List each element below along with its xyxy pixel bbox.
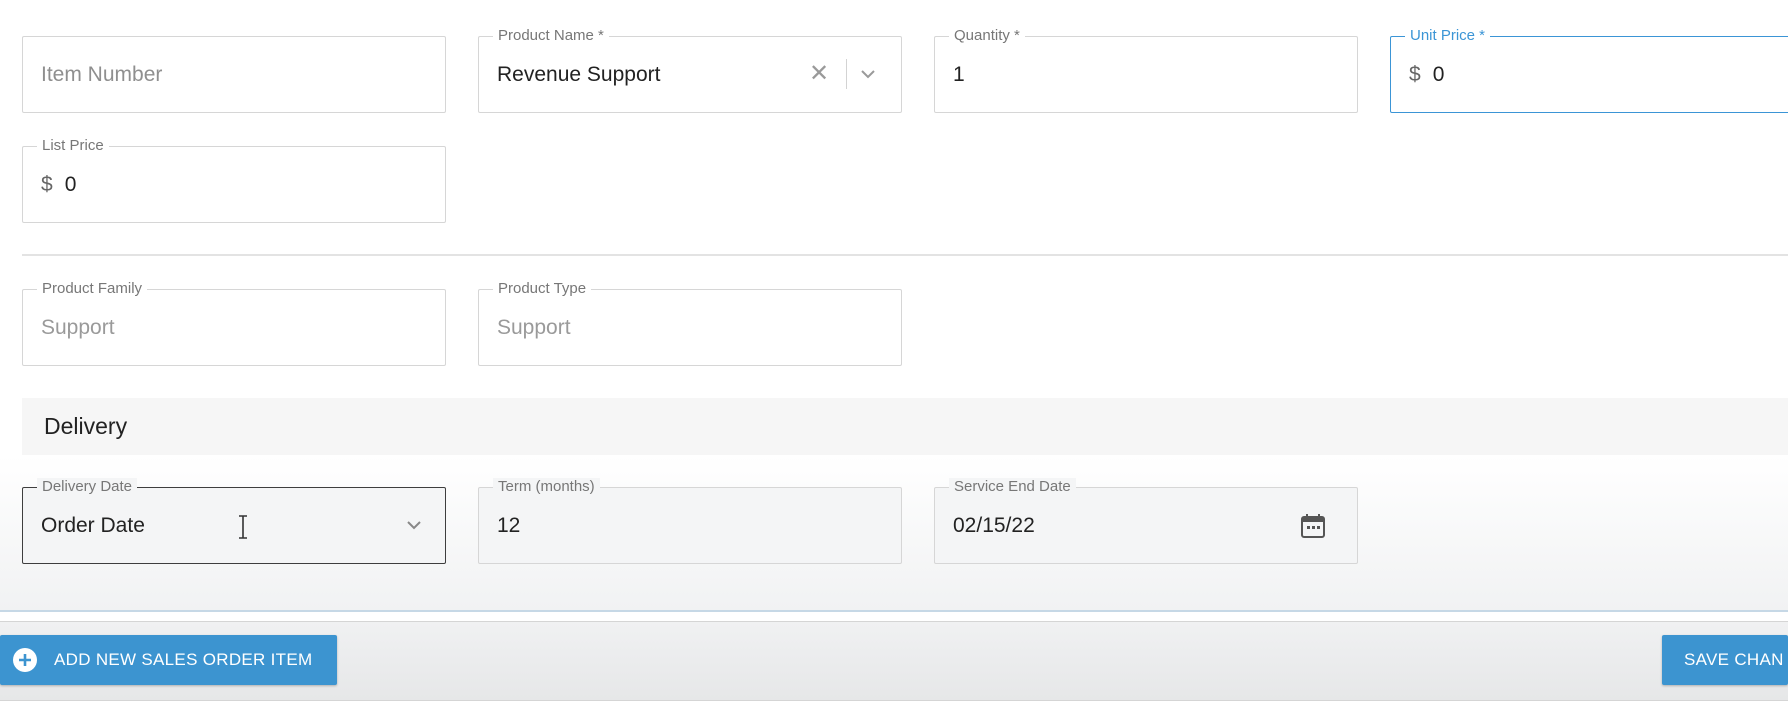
text-cursor-icon xyxy=(239,515,247,539)
form-bottom-border xyxy=(0,610,1788,612)
section-divider xyxy=(22,254,1788,256)
save-changes-button[interactable]: SAVE CHAN xyxy=(1662,635,1788,685)
list-price-field[interactable]: List Price $ 0 xyxy=(22,137,446,223)
list-price-value: $ 0 xyxy=(41,147,76,222)
calendar-icon[interactable] xyxy=(1299,512,1327,540)
chevron-down-icon[interactable] xyxy=(859,65,877,83)
save-button-label: SAVE CHAN xyxy=(1684,650,1784,669)
section-title: Delivery xyxy=(44,413,128,439)
close-icon[interactable]: ✕ xyxy=(807,62,831,86)
quantity-value: 1 xyxy=(953,62,965,86)
unit-price-field[interactable]: Unit Price * $ 0 xyxy=(1390,27,1788,113)
product-family-field: Product Family Support xyxy=(22,280,446,366)
unit-price-value: $ 0 xyxy=(1409,37,1444,112)
delivery-section-header: Delivery xyxy=(22,398,1788,455)
quantity-field[interactable]: Quantity * 1 xyxy=(934,27,1358,113)
product-name-select[interactable]: Product Name * Revenue Support ✕ xyxy=(478,27,902,113)
add-button-label: ADD NEW SALES ORDER ITEM xyxy=(54,650,313,669)
item-number-placeholder: Item Number xyxy=(41,62,163,86)
currency-prefix: $ xyxy=(1409,62,1421,86)
product-type-value: Support xyxy=(497,315,571,339)
service-end-date-field[interactable]: Service End Date 02/15/22 xyxy=(934,478,1358,564)
list-price-amount: 0 xyxy=(64,172,77,196)
product-type-field: Product Type Support xyxy=(478,280,902,366)
select-separator xyxy=(845,59,847,89)
product-family-value: Support xyxy=(41,315,115,339)
product-name-value: Revenue Support xyxy=(497,62,661,86)
term-months-field[interactable]: Term (months) 12 xyxy=(478,478,902,564)
item-number-field[interactable]: Item Number xyxy=(22,36,446,113)
delivery-date-select[interactable]: Delivery Date Order Date xyxy=(22,478,446,564)
plus-circle-icon xyxy=(13,648,37,672)
currency-prefix: $ xyxy=(41,172,53,196)
service-end-date-value: 02/15/22 xyxy=(953,513,1035,537)
delivery-date-value: Order Date xyxy=(41,513,145,537)
chevron-down-icon[interactable] xyxy=(405,516,423,534)
unit-price-amount: 0 xyxy=(1432,62,1445,86)
add-new-sales-order-item-button[interactable]: ADD NEW SALES ORDER ITEM xyxy=(0,635,337,685)
term-months-value: 12 xyxy=(497,513,521,537)
